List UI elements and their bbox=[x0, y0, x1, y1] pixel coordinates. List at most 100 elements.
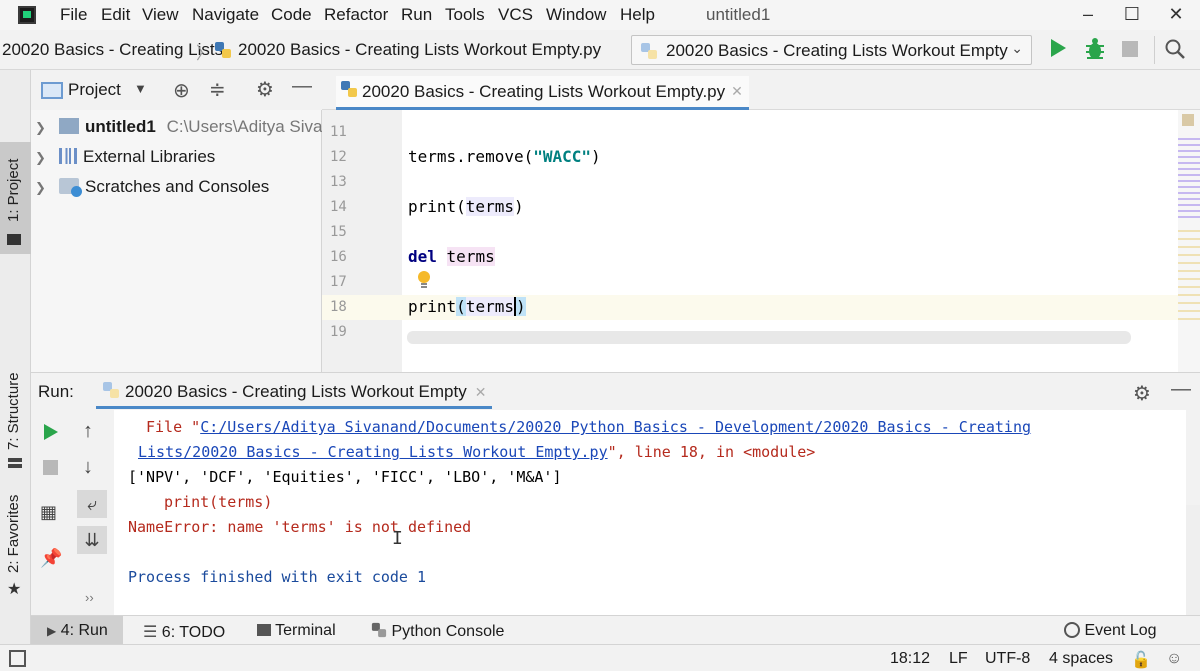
pycharm-app-icon bbox=[18, 6, 36, 24]
menu-edit[interactable]: Edit bbox=[101, 5, 130, 25]
debug-icon[interactable] bbox=[1084, 37, 1106, 67]
soft-wrap-icon[interactable]: ⤶ bbox=[77, 490, 107, 518]
lightbulb-icon[interactable] bbox=[416, 270, 432, 294]
line-separator[interactable]: LF bbox=[949, 650, 968, 668]
vertical-scrollbar[interactable] bbox=[1186, 505, 1200, 615]
tool-tab-python-console[interactable]: Python Console bbox=[371, 622, 504, 641]
horizontal-scrollbar[interactable] bbox=[407, 331, 1131, 344]
hide-icon[interactable]: — bbox=[1171, 378, 1191, 401]
toolbar-divider bbox=[1154, 36, 1155, 64]
menu-navigate[interactable]: Navigate bbox=[192, 5, 259, 25]
chevron-down-icon[interactable]: ▼ bbox=[134, 81, 147, 96]
code-line-18: print(terms) bbox=[408, 297, 526, 316]
menu-file[interactable]: File bbox=[60, 5, 87, 25]
breadcrumb-file[interactable]: 20020 Basics - Creating Lists Workout Em… bbox=[238, 40, 601, 60]
close-icon[interactable]: ✕ bbox=[475, 384, 487, 401]
project-view-icon bbox=[41, 82, 63, 99]
run-config-select[interactable]: 20020 Basics - Creating Lists Workout Em… bbox=[631, 35, 1032, 65]
left-tool-strip: 1: Project 7: Structure ★ 2: Favorites bbox=[0, 70, 31, 644]
gear-icon[interactable]: ⚙ bbox=[1133, 381, 1151, 406]
maximize-icon[interactable]: ☐ bbox=[1121, 3, 1143, 25]
run-config-label: 20020 Basics - Creating Lists Workout Em… bbox=[666, 41, 1008, 60]
menu-help[interactable]: Help bbox=[620, 5, 655, 25]
tool-tab-project[interactable]: 1: Project bbox=[0, 142, 31, 254]
scratches-icon bbox=[59, 178, 82, 197]
console-trace-file-cont: Lists/20020 Basics - Creating Lists Work… bbox=[138, 443, 816, 461]
tool-tab-structure[interactable]: 7: Structure bbox=[0, 370, 31, 470]
file-encoding[interactable]: UTF-8 bbox=[985, 650, 1030, 668]
rerun-icon[interactable] bbox=[41, 422, 61, 447]
run-icon[interactable] bbox=[1048, 37, 1068, 64]
line-number: 11 bbox=[330, 124, 347, 140]
locate-icon[interactable]: ⊕ bbox=[173, 78, 190, 103]
toggle-tool-windows-icon[interactable] bbox=[9, 650, 26, 667]
project-tree: ❯ untitled1 C:\Users\Aditya Sivan ❯ Extern… bbox=[31, 110, 332, 372]
tool-tab-todo[interactable]: ☰ 6: TODO bbox=[143, 622, 225, 642]
arrow-up-icon[interactable]: ↑ bbox=[83, 420, 93, 443]
line-number: 14 bbox=[330, 199, 347, 215]
project-panel-title[interactable]: Project bbox=[68, 80, 121, 100]
line-number: 15 bbox=[330, 224, 347, 240]
layout-icon[interactable]: ▦ bbox=[40, 502, 57, 523]
project-panel-header: Project ▼ ⊕ ≑ ⚙ — bbox=[31, 70, 322, 110]
folder-icon bbox=[7, 234, 21, 245]
console-output: ['NPV', 'DCF', 'Equities', 'FICC', 'LBO'… bbox=[128, 468, 562, 486]
folder-icon bbox=[59, 118, 79, 134]
chevron-right-icon: ❯ bbox=[35, 150, 46, 165]
code-line-12: terms.remove("WACC") bbox=[408, 147, 601, 166]
caret-position[interactable]: 18:12 bbox=[890, 650, 930, 668]
collapse-all-icon[interactable]: ≑ bbox=[209, 77, 226, 102]
scroll-to-end-icon[interactable]: ⇊ bbox=[77, 526, 107, 554]
stop-icon[interactable] bbox=[1122, 41, 1138, 57]
error-stripe[interactable] bbox=[1178, 110, 1200, 372]
tool-tab-favorites[interactable]: ★ 2: Favorites bbox=[0, 495, 31, 603]
breadcrumb-project[interactable]: 20020 Basics - Creating Lists bbox=[2, 40, 223, 60]
lock-icon[interactable]: 🔓 bbox=[1131, 650, 1151, 670]
minimize-icon[interactable]: – bbox=[1077, 3, 1099, 25]
close-icon[interactable]: ✕ bbox=[1165, 3, 1187, 25]
python-file-icon bbox=[102, 381, 120, 404]
hide-icon[interactable]: — bbox=[292, 75, 312, 98]
chevron-right-icon: ❯ bbox=[35, 120, 46, 135]
pin-icon[interactable]: 📌 bbox=[40, 548, 62, 569]
line-number: 19 bbox=[330, 324, 347, 340]
python-file-icon bbox=[214, 41, 232, 64]
text-cursor-icon: I bbox=[392, 528, 403, 549]
stop-icon[interactable] bbox=[43, 460, 58, 475]
more-icon[interactable]: ›› bbox=[85, 590, 94, 605]
editor-tab[interactable]: 20020 Basics - Creating Lists Workout Em… bbox=[336, 76, 749, 110]
search-icon[interactable] bbox=[1164, 38, 1186, 65]
terminal-icon bbox=[257, 624, 271, 636]
menu-run[interactable]: Run bbox=[401, 5, 432, 25]
code-line-14: print(terms) bbox=[408, 197, 524, 216]
tree-item-scratches[interactable]: ❯ Scratches and Consoles bbox=[35, 177, 269, 201]
code-line-16: del terms bbox=[408, 247, 495, 266]
menu-tools[interactable]: Tools bbox=[445, 5, 485, 25]
menu-refactor[interactable]: Refactor bbox=[324, 5, 388, 25]
navigation-bar: 20020 Basics - Creating Lists 〉 20020 Ba… bbox=[0, 30, 1200, 70]
tree-item-untitled1[interactable]: ❯ untitled1 C:\Users\Aditya Sivan bbox=[35, 117, 332, 141]
run-tab[interactable]: 20020 Basics - Creating Lists Workout Em… bbox=[96, 378, 493, 409]
menu-view[interactable]: View bbox=[142, 5, 179, 25]
console-file-link[interactable]: C:/Users/Aditya Sivanand/Documents/20020… bbox=[200, 418, 1031, 436]
window-title: untitled1 bbox=[706, 5, 771, 24]
tool-tab-structure-label: 7: Structure bbox=[5, 372, 22, 450]
indent-setting[interactable]: 4 spaces bbox=[1049, 650, 1113, 668]
menu-vcs[interactable]: VCS bbox=[498, 5, 533, 25]
inspector-icon[interactable]: ☺ bbox=[1166, 650, 1182, 668]
run-console[interactable]: File "C:/Users/Aditya Sivanand/Documents… bbox=[114, 410, 1186, 615]
run-tab-label: 20020 Basics - Creating Lists Workout Em… bbox=[125, 382, 467, 401]
run-panel-label: Run: bbox=[38, 382, 74, 401]
tree-item-external-libraries[interactable]: ❯ External Libraries bbox=[35, 147, 215, 171]
menu-code[interactable]: Code bbox=[271, 5, 312, 25]
code-editor[interactable]: 11 12 13 14 15 16 17 18 19 terms.remove(… bbox=[322, 110, 1200, 372]
arrow-down-icon[interactable]: ↓ bbox=[83, 456, 93, 479]
tool-tab-terminal[interactable]: Terminal bbox=[257, 622, 336, 640]
tool-tab-favorites-label: 2: Favorites bbox=[5, 494, 22, 573]
tool-tab-run[interactable]: ▶ 4: Run bbox=[47, 622, 108, 640]
menu-window[interactable]: Window bbox=[546, 5, 606, 25]
console-file-link[interactable]: Lists/20020 Basics - Creating Lists Work… bbox=[138, 443, 608, 461]
close-icon[interactable]: ✕ bbox=[731, 83, 743, 100]
tool-tab-event-log[interactable]: Event Log bbox=[1064, 622, 1157, 640]
gear-icon[interactable]: ⚙ bbox=[256, 77, 274, 102]
